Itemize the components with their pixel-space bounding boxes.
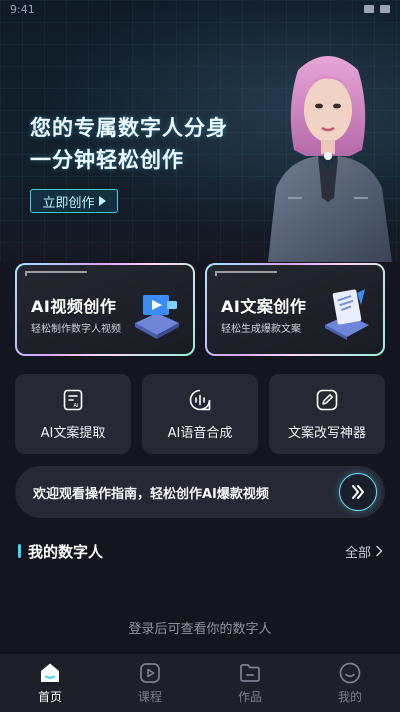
status-bar: 9:41 [0,0,400,18]
profile-icon [339,662,361,684]
ai-video-title-prefix: AI [31,297,51,316]
tab-works[interactable]: 作品 [200,654,300,712]
hero-title: 您的专属数字人分身 一分钟轻松创作 [30,112,228,176]
video-creation-icon [135,295,179,339]
ai-text-extract-label: AI文案提取 [40,425,106,441]
tab-course[interactable]: 课程 [100,654,200,712]
ai-copy-title-rest: 文案创作 [240,297,307,316]
copywriting-icon [325,289,369,340]
ai-copywriting-subtitle: 轻松生成爆款文案 [221,324,301,335]
tab-home[interactable]: 首页 [0,654,100,712]
operation-guide-banner[interactable]: 欢迎观看操作指南，轻松创作AI爆款视频 [15,466,385,518]
tab-profile[interactable]: 我的 [300,654,400,712]
hero-title-line2: 一分钟轻松创作 [30,148,184,172]
course-icon [140,663,160,683]
copy-rewrite-tool[interactable]: 文案改写神器 [269,374,385,454]
ai-video-creation-title: AI视频创作 [31,293,116,317]
ai-video-creation-card-body: AI视频创作 轻松制作数字人视频 [17,265,193,354]
my-avatars-header: 我的数字人 全部 [18,540,384,562]
works-icon [240,664,260,682]
section-accent-bar [18,544,21,558]
ai-copywriting-title: AI文案创作 [221,293,306,317]
play-triangle-icon [98,196,106,206]
start-creating-label: 立即创作 [42,195,95,211]
chevron-right-icon [376,545,383,557]
ai-copywriting-card-body: AI文案创作 轻松生成爆款文案 [207,265,383,354]
signal-icon [364,5,374,13]
double-chevron-right-icon [352,485,364,499]
ai-video-creation-card[interactable]: AI视频创作 轻松制作数字人视频 [15,263,195,356]
status-icons [364,5,390,13]
my-avatars-title-group: 我的数字人 [18,541,103,562]
tab-home-label: 首页 [37,690,62,704]
svg-text:AI: AI [74,403,79,409]
guide-arrow-button[interactable] [339,473,377,511]
battery-icon [380,5,390,13]
ai-video-creation-subtitle: 轻松制作数字人视频 [31,324,121,335]
my-avatars-title: 我的数字人 [28,542,104,561]
hero-title-line1: 您的专属数字人分身 [30,116,228,140]
login-hint-text[interactable]: 登录后可查看你的数字人 [0,618,400,637]
digital-human-illustration [268,56,392,262]
ai-text-extract-tool[interactable]: AI AI文案提取 [15,374,131,454]
home-icon [41,663,59,682]
tab-course-label: 课程 [137,690,162,704]
view-all-link[interactable]: 全部 [345,542,384,561]
rewrite-icon [316,389,338,410]
voice-synthesis-icon [189,389,211,410]
bottom-tab-bar: 首页 课程 作品 我的 [0,654,400,712]
hero-banner[interactable]: 您的专属数字人分身 一分钟轻松创作 立即创作 [0,0,400,262]
ai-voice-synthesis-tool[interactable]: AI语音合成 [142,374,258,454]
tab-works-label: 作品 [237,690,262,704]
tab-profile-label: 我的 [337,690,362,704]
ai-copywriting-card[interactable]: AI文案创作 轻松生成爆款文案 [205,263,385,356]
ai-copy-title-prefix: AI [221,297,241,316]
copy-rewrite-label: 文案改写神器 [287,425,366,441]
start-creating-button[interactable]: 立即创作 [30,189,118,213]
operation-guide-text: 欢迎观看操作指南，轻松创作AI爆款视频 [33,486,269,502]
text-extract-icon: AI [63,389,83,410]
ai-voice-synthesis-label: AI语音合成 [167,425,233,441]
view-all-label: 全部 [344,545,371,561]
ai-video-title-rest: 视频创作 [50,297,117,316]
status-time: 9:41 [10,2,35,16]
